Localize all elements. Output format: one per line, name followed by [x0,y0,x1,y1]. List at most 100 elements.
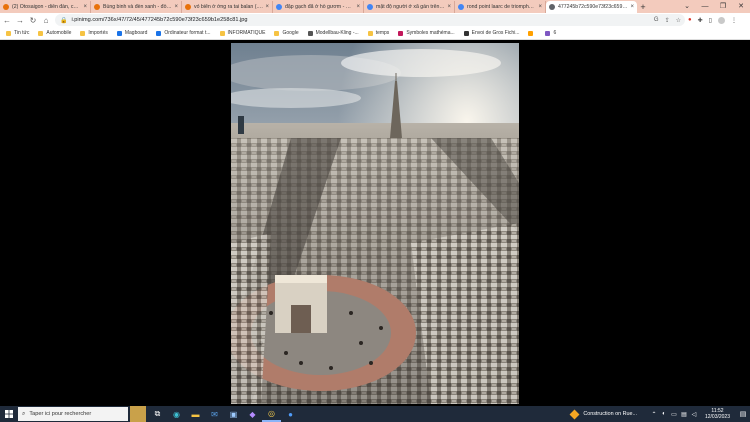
bookmark-item[interactable]: Envoi de Gros Fichi... [463,30,520,36]
tab-favicon-icon [3,4,9,10]
notifications-icon[interactable]: ▤ [736,406,750,422]
tab-search-icon[interactable]: ⌄ [678,0,696,12]
extensions-puzzle-icon[interactable]: ✚ [698,17,703,24]
warning-icon [569,409,580,419]
tab-favicon-icon [458,4,464,10]
close-window-button[interactable]: ✕ [732,0,750,12]
bookmark-label: Ordinateur format t... [164,30,211,36]
bookmark-item[interactable]: Ordinateur format t... [156,30,211,36]
url-text[interactable]: i.pinimg.com/736x/47/72/45/477245b72c590… [71,17,247,23]
bookmark-item[interactable]: Symboles mathéma... [398,30,455,36]
tray-app-icon[interactable]: ◐ [659,406,669,422]
browser-tab[interactable]: 477245b72c590e73f23c659b1e... × [546,1,637,13]
lock-icon[interactable]: 🔒 [60,17,67,24]
bookmark-star-icon[interactable]: ☆ [676,17,681,24]
tab-title: đặp gạch đã ở hồ gươm - Rech... [285,4,355,10]
maximize-button[interactable]: ❐ [714,0,732,12]
window-controls: ⌄ — ❐ ✕ [678,0,750,12]
close-tab-icon[interactable]: × [174,4,178,10]
messenger-icon[interactable]: ● [281,406,300,422]
bookmark-item[interactable]: Magboard [116,30,148,36]
bookmark-item[interactable]: Automobile [38,30,71,36]
back-icon[interactable]: ← [1,14,13,26]
windows-start-icon[interactable] [0,406,18,422]
chrome-taskbar-icon[interactable]: ◎ [262,406,281,422]
forward-icon[interactable]: → [14,14,26,26]
minimize-button[interactable]: — [696,0,714,12]
close-tab-icon[interactable]: × [265,4,269,10]
side-panel-icon[interactable]: ▯ [709,17,712,24]
edge-browser-icon[interactable]: ◉ [167,406,186,422]
bookmark-icon [307,30,313,36]
search-highlight-icon[interactable] [130,406,146,422]
file-explorer-icon[interactable]: ▬ [186,406,205,422]
mail-icon[interactable]: ✉ [205,406,224,422]
close-tab-icon[interactable]: × [630,4,634,10]
bookmark-item[interactable]: INFORMATIQUE [219,30,265,36]
share-icon[interactable]: ⇪ [665,17,670,24]
paris-aerial-photo[interactable] [231,43,519,404]
weather-widget[interactable]: Construction on Rue... [569,409,637,419]
google-lens-icon[interactable]: G [654,17,659,23]
extensions-area: ● ✚ ▯ ⋮ [688,14,737,26]
close-tab-icon[interactable]: × [83,4,87,10]
app-purple-icon[interactable]: ◆ [243,406,262,422]
bookmark-icon [367,30,373,36]
new-tab-button[interactable]: + [637,1,649,13]
store-icon[interactable]: ▣ [224,406,243,422]
bookmark-icon [274,30,280,36]
bookmark-item[interactable]: Google [274,30,299,36]
system-tray: Construction on Rue... ⌃ ◐ ▭ ▤ ◁ 11:52 1… [569,406,750,422]
network-icon[interactable]: ▤ [679,406,689,422]
bookmark-label: Modellbau-Kling -... [315,30,359,36]
bookmark-icon [156,30,162,36]
bookmark-item[interactable]: Tin tức [6,30,29,36]
bookmark-item[interactable]: temps [367,30,390,36]
volume-icon[interactable]: ◁ [689,406,699,422]
home-icon[interactable]: ⌂ [40,14,52,26]
browser-tab[interactable]: đặp gạch đã ở hồ gươm - Rech... × [273,1,364,13]
bookmark-item[interactable] [528,30,536,36]
browser-tab[interactable]: Bùng binh và đèn xanh - đồ cũ... × [91,1,182,13]
bookmark-label: temps [375,30,390,36]
address-bar[interactable]: 🔒 i.pinimg.com/736x/47/72/45/477245b72c5… [55,14,685,26]
tab-title: vỏ biển ở ớng ra tai balan (.) mục... [194,4,263,10]
tab-title: mặt độ người ở xã gần trên cả... [376,4,446,10]
browser-chrome: (2) Otosaigon - diễn đàn, cộng đ...×Bùng… [0,0,750,40]
browser-tab[interactable]: rond point laarc de triomphe -... × [455,1,546,13]
tray-chevron-icon[interactable]: ⌃ [649,406,659,422]
clock[interactable]: 11:52 12/03/2023 [705,408,730,420]
toolbar: ← → ↻ ⌂ 🔒 i.pinimg.com/736x/47/72/45/477… [0,13,750,27]
taskbar-search-box[interactable]: ⌕ Taper ici pour rechercher [18,407,128,421]
bookmark-label: Envoi de Gros Fichi... [471,30,520,36]
bookmark-icon [219,30,225,36]
weather-text: Construction on Rue... [583,411,637,417]
close-tab-icon[interactable]: × [356,4,360,10]
bookmark-item[interactable]: 6 [545,30,556,36]
bookmark-icon [116,30,122,36]
bookmark-icon [463,30,469,36]
tab-title: (2) Otosaigon - diễn đàn, cộng đ... [12,4,82,10]
profile-avatar-icon[interactable] [717,16,725,24]
browser-tab[interactable]: vỏ biển ở ớng ra tai balan (.) mục...× [182,1,273,13]
bookmark-label: Tin tức [14,30,30,36]
tab-favicon-icon [185,4,191,10]
tab-favicon-icon [276,4,282,10]
reload-icon[interactable]: ↻ [27,14,39,26]
menu-kebab-icon[interactable]: ⋮ [731,17,737,24]
battery-icon[interactable]: ▭ [669,406,679,422]
adblock-icon[interactable]: ● [688,17,692,23]
close-tab-icon[interactable]: × [538,4,542,10]
close-tab-icon[interactable]: × [447,4,451,10]
tab-favicon-icon [367,4,373,10]
bookmark-label: 6 [553,30,557,36]
task-view-icon[interactable]: ⧉ [148,406,167,422]
browser-tab[interactable]: (2) Otosaigon - diễn đàn, cộng đ...× [0,1,91,13]
tab-strip: (2) Otosaigon - diễn đàn, cộng đ...×Bùng… [0,0,750,13]
bookmark-item[interactable]: Modellbau-Kling -... [307,30,359,36]
bookmark-icon [398,30,404,36]
browser-tab[interactable]: mặt độ người ở xã gần trên cả... × [364,1,455,13]
bookmark-label: Magboard [124,30,148,36]
bookmark-item[interactable]: Importés [80,30,108,36]
tab-title: Bùng binh và đèn xanh - đồ cũ... [103,4,173,10]
